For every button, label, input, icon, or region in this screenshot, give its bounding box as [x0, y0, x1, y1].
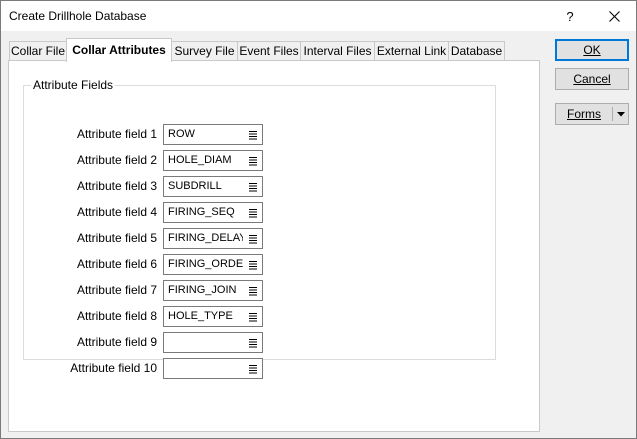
list-icon[interactable]: [249, 156, 257, 166]
attribute-field-10-input[interactable]: [163, 358, 263, 379]
list-icon[interactable]: [249, 182, 257, 192]
list-icon[interactable]: [249, 338, 257, 348]
tab-event-files[interactable]: Event Files: [237, 41, 301, 60]
attribute-field-7-label: Attribute field 7: [76, 283, 157, 297]
attribute-field-8-label: Attribute field 8: [76, 309, 157, 323]
list-icon[interactable]: [249, 286, 257, 296]
caret-down-icon[interactable]: [617, 112, 625, 117]
field-value: ROW: [168, 128, 195, 140]
field-value: FIRING_ORDER: [168, 258, 243, 270]
tab-label: Interval Files: [303, 44, 372, 58]
attribute-field-1-label: Attribute field 1: [76, 127, 157, 141]
tab-label: Survey File: [174, 44, 235, 58]
dialog-content: Collar File Collar Attributes Survey Fil…: [1, 31, 636, 438]
ok-label: OK: [583, 43, 601, 57]
attribute-field-5-label: Attribute field 5: [76, 231, 157, 245]
attribute-field-1-input[interactable]: ROW: [163, 124, 263, 145]
attribute-field-3-label: Attribute field 3: [76, 179, 157, 193]
collar-attributes-panel: Attribute Fields Attribute field 1 ROW A…: [8, 60, 540, 432]
tab-label: Event Files: [239, 44, 299, 58]
attribute-field-6-input[interactable]: FIRING_ORDER: [163, 254, 263, 275]
tab-collar-attributes[interactable]: Collar Attributes: [66, 38, 172, 62]
attribute-field-8-input[interactable]: HOLE_TYPE: [163, 306, 263, 327]
attribute-field-6-label: Attribute field 6: [76, 257, 157, 271]
ok-button[interactable]: OK: [555, 39, 629, 61]
attribute-field-4-input[interactable]: FIRING_SEQ: [163, 202, 263, 223]
attribute-field-4-label: Attribute field 4: [76, 205, 157, 219]
cancel-label: Cancel: [573, 72, 611, 86]
title-bar: Create Drillhole Database ?: [1, 1, 636, 31]
field-value: HOLE_TYPE: [168, 310, 233, 322]
close-icon: [608, 10, 620, 22]
list-icon[interactable]: [249, 312, 257, 322]
forms-label: Forms: [556, 104, 612, 124]
dialog-window: Create Drillhole Database ? Collar File …: [0, 0, 637, 439]
attribute-field-3-input[interactable]: SUBDRILL: [163, 176, 263, 197]
list-icon[interactable]: [249, 364, 257, 374]
field-value: FIRING_DELAY: [168, 232, 243, 244]
forms-button[interactable]: Forms: [555, 103, 629, 125]
group-label: Attribute Fields: [31, 78, 116, 92]
attribute-field-9-label: Attribute field 9: [76, 335, 157, 349]
tab-label: Database: [450, 44, 503, 58]
help-button[interactable]: ?: [548, 1, 592, 31]
tab-collar-file[interactable]: Collar File: [9, 41, 67, 60]
help-icon: ?: [566, 8, 574, 24]
tab-survey-file[interactable]: Survey File: [171, 41, 238, 60]
window-title: Create Drillhole Database: [9, 9, 147, 23]
list-icon[interactable]: [249, 208, 257, 218]
list-icon[interactable]: [249, 234, 257, 244]
list-icon[interactable]: [249, 130, 257, 140]
tab-external-link[interactable]: External Link: [374, 41, 449, 60]
close-button[interactable]: [592, 1, 636, 31]
tab-label: External Link: [376, 44, 447, 58]
tab-database[interactable]: Database: [448, 41, 505, 60]
field-value: SUBDRILL: [168, 180, 222, 192]
attribute-field-7-input[interactable]: FIRING_JOIN: [163, 280, 263, 301]
attribute-field-2-label: Attribute field 2: [76, 153, 157, 167]
attribute-field-5-input[interactable]: FIRING_DELAY: [163, 228, 263, 249]
attribute-field-2-input[interactable]: HOLE_DIAM: [163, 150, 263, 171]
attribute-field-9-input[interactable]: [163, 332, 263, 353]
forms-separator: [612, 107, 613, 121]
cancel-button[interactable]: Cancel: [555, 68, 629, 90]
forms-label-text: Forms: [567, 107, 601, 121]
tab-label: Collar File: [10, 44, 65, 58]
tab-interval-files[interactable]: Interval Files: [300, 41, 375, 60]
tab-label: Collar Attributes: [72, 43, 166, 57]
field-value: FIRING_JOIN: [168, 284, 237, 296]
field-value: FIRING_SEQ: [168, 206, 235, 218]
list-icon[interactable]: [249, 260, 257, 270]
field-value: HOLE_DIAM: [168, 154, 232, 166]
attribute-field-10-label: Attribute field 10: [70, 361, 157, 375]
